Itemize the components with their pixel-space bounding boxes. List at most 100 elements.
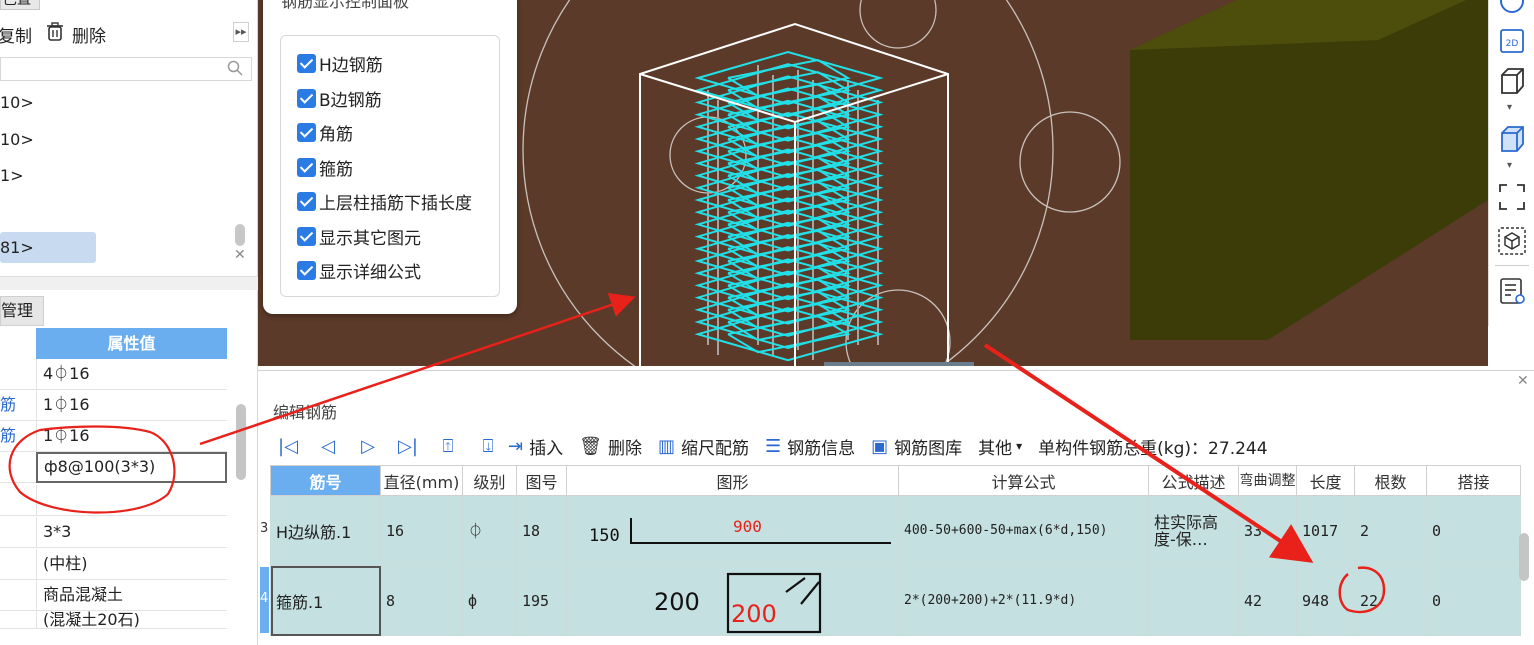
move-down-icon[interactable]: ⍗ (468, 436, 508, 457)
view-2d-button[interactable]: 2D (1497, 26, 1527, 56)
option-show-detailed-formula[interactable]: 显示详细公式 (297, 258, 421, 283)
panel-header-tab[interactable]: 巳直 (0, 0, 40, 10)
column-header[interactable]: 筋号 (270, 465, 381, 496)
list-item[interactable]: 1> (0, 166, 140, 185)
insert-icon: ⇥ (508, 435, 524, 457)
diameter-cell[interactable]: 16 (380, 495, 463, 566)
count-cell[interactable]: 22 (1354, 565, 1427, 636)
cube-view-icon[interactable] (1497, 66, 1527, 96)
grade-cell[interactable]: ф (462, 565, 517, 636)
scale-rebar-button[interactable]: ▥ 缩尺配筋 (658, 434, 749, 459)
grade-cell[interactable]: ⏀ (462, 495, 517, 566)
shape-cell[interactable]: 150 900 (566, 495, 899, 566)
solid-cube-icon[interactable] (1497, 124, 1527, 154)
checkbox-checked[interactable] (297, 260, 316, 280)
trash-icon[interactable] (46, 22, 64, 47)
shape-cell[interactable]: 200 200 (566, 565, 899, 636)
chevron-down-icon[interactable]: ▾ (1507, 160, 1512, 171)
column-header[interactable]: 搭接 (1426, 465, 1521, 496)
last-row-icon[interactable]: ▷| (388, 436, 428, 457)
first-row-icon[interactable]: |◁ (268, 436, 308, 457)
close-icon[interactable]: ✕ (234, 247, 246, 263)
list-item[interactable]: 10> (0, 130, 140, 149)
tab-management[interactable]: 管理 (0, 296, 44, 326)
delete-button[interactable]: 删除 (72, 22, 106, 47)
bend-adjust-cell[interactable]: 42 (1238, 565, 1297, 636)
property-value[interactable]: (混凝土20石) (36, 611, 227, 628)
option-corner-rebar[interactable]: 角筋 (297, 120, 353, 145)
table-scrollbar[interactable] (1519, 533, 1529, 581)
rebar-name-cell[interactable]: H边纵筋.1 (270, 495, 381, 566)
table-row[interactable]: H边纵筋.1 16 ⏀ 18 150 900 400-50+600-50+max… (270, 495, 1521, 566)
expand-panel-button[interactable]: ▸▸ (233, 22, 249, 42)
option-upper-insert-length[interactable]: 上层柱插筋下插长度 (297, 189, 472, 214)
delete-row-button[interactable]: 🗑 删除 (579, 434, 642, 459)
rebar-library-button[interactable]: ▣ 钢筋图库 (871, 434, 962, 459)
property-value[interactable]: 4⏀16 (36, 359, 227, 390)
diameter-cell[interactable]: 8 (380, 565, 463, 636)
formula-cell[interactable]: 400-50+600-50+max(6*d,150) (898, 495, 1149, 566)
list-item-selected[interactable]: 81> (0, 232, 96, 263)
lap-cell[interactable]: 0 (1426, 495, 1521, 566)
search-input[interactable] (0, 57, 252, 81)
bend-adjust-cell[interactable]: 33 (1238, 495, 1297, 566)
prev-row-icon[interactable]: ◁ (308, 436, 348, 457)
figure-number-cell[interactable]: 18 (516, 495, 567, 566)
checkbox-checked[interactable] (297, 226, 316, 246)
trash-icon: 🗑 (579, 435, 602, 457)
list-scrollbar[interactable] (235, 224, 245, 246)
length-cell[interactable]: 948 (1296, 565, 1355, 636)
search-icon[interactable] (227, 60, 243, 80)
property-scrollbar[interactable] (236, 404, 246, 480)
count-cell[interactable]: 2 (1354, 495, 1427, 566)
property-row: (中柱) (0, 549, 227, 580)
column-header[interactable]: 公式描述 (1148, 465, 1239, 496)
option-show-other-elements[interactable]: 显示其它图元 (297, 224, 421, 249)
column-header[interactable]: 级别 (462, 465, 517, 496)
column-header[interactable]: 直径(mm) (380, 465, 463, 496)
option-stirrup[interactable]: 箍筋 (297, 155, 353, 180)
column-header[interactable]: 图形 (566, 465, 899, 496)
option-b-side-rebar[interactable]: B边钢筋 (297, 86, 382, 111)
figure-number-cell[interactable]: 195 (516, 565, 567, 636)
property-row: 筋 1⏀16 (0, 421, 227, 452)
insert-button[interactable]: ⇥ 插入 (508, 434, 563, 459)
checkbox-checked[interactable] (297, 122, 316, 142)
stirrup-value-input[interactable]: ф8@100(3*3) (36, 452, 227, 483)
lap-cell[interactable]: 0 (1426, 565, 1521, 636)
length-cell[interactable]: 1017 (1296, 495, 1355, 566)
column-header[interactable]: 图号 (516, 465, 567, 496)
column-header[interactable]: 长度 (1296, 465, 1355, 496)
copy-button[interactable]: 复制 (0, 22, 32, 47)
isolate-cube-icon[interactable] (1497, 226, 1527, 256)
formula-description-cell[interactable] (1148, 565, 1239, 636)
property-value[interactable]: (中柱) (36, 549, 227, 580)
table-row[interactable]: 箍筋.1 8 ф 195 200 200 2*(200+200)+2*(11.9… (270, 565, 1521, 636)
rebar-name-cell[interactable]: 箍筋.1 (270, 565, 381, 636)
fullscreen-icon[interactable] (1497, 182, 1527, 212)
move-up-icon[interactable]: ⍐ (428, 436, 468, 457)
rebar-info-button[interactable]: ☰ 钢筋信息 (765, 434, 855, 459)
close-icon[interactable]: ✕ (1517, 373, 1529, 389)
property-value[interactable]: 1⏀16 (36, 421, 227, 452)
column-header[interactable]: 根数 (1354, 465, 1427, 496)
list-item[interactable]: 10> (0, 93, 140, 112)
formula-cell[interactable]: 2*(200+200)+2*(11.9*d) (898, 565, 1149, 636)
chevron-down-icon[interactable]: ▾ (1507, 102, 1512, 113)
property-value[interactable]: 商品混凝土 (36, 580, 227, 611)
checkbox-checked[interactable] (297, 88, 316, 108)
column-header[interactable]: 计算公式 (898, 465, 1149, 496)
column-header[interactable]: 弯曲调整 (1238, 465, 1297, 496)
other-menu-button[interactable]: 其他 ▾ (978, 434, 1022, 459)
checkbox-checked[interactable] (297, 53, 316, 73)
formula-description-cell[interactable]: 柱实际高度-保… (1148, 495, 1239, 566)
property-value[interactable] (36, 485, 227, 516)
rotate-view-icon[interactable] (1497, 0, 1527, 16)
checkbox-checked[interactable] (297, 191, 316, 211)
checkbox-checked[interactable] (297, 157, 316, 177)
option-h-side-rebar[interactable]: H边钢筋 (297, 51, 383, 76)
property-value[interactable]: 1⏀16 (36, 390, 227, 421)
property-value[interactable]: 3*3 (36, 517, 227, 548)
next-row-icon[interactable]: ▷ (348, 436, 388, 457)
view-list-icon[interactable] (1497, 276, 1527, 306)
